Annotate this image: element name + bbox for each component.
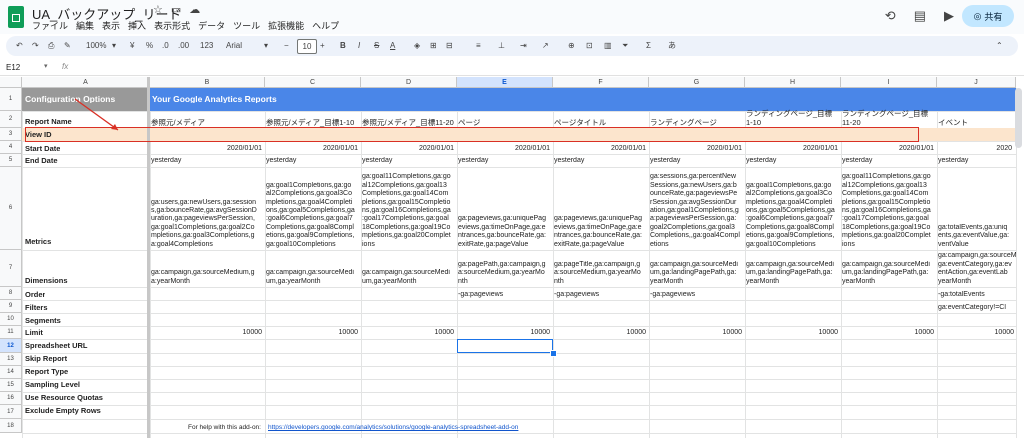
selected-cell-e12[interactable] [457, 339, 553, 353]
annotation-arrow [74, 98, 119, 131]
fill-handle[interactable] [550, 350, 557, 357]
help-text: For help with this add-on: [188, 424, 261, 431]
help-link[interactable]: https://developers.google.com/analytics/… [268, 424, 518, 431]
vertical-scrollbar[interactable] [1015, 88, 1022, 148]
